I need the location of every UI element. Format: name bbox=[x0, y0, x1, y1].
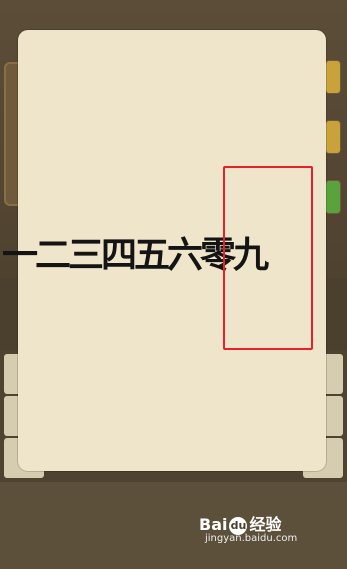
baidu-watermark: Bai du 经验 jingyan.baidu.com bbox=[199, 511, 319, 551]
watermark-brand-left: Bai bbox=[199, 515, 228, 534]
watermark-url: jingyan.baidu.com bbox=[205, 533, 298, 544]
hint-button[interactable] bbox=[325, 60, 341, 94]
watermark-logo: Bai du 经验 bbox=[199, 511, 282, 535]
highlight-box bbox=[223, 166, 313, 350]
share-button[interactable] bbox=[325, 120, 341, 154]
paw-icon: du bbox=[229, 516, 248, 535]
next-button[interactable] bbox=[325, 180, 341, 214]
watermark-brand-right: 经验 bbox=[249, 515, 282, 534]
